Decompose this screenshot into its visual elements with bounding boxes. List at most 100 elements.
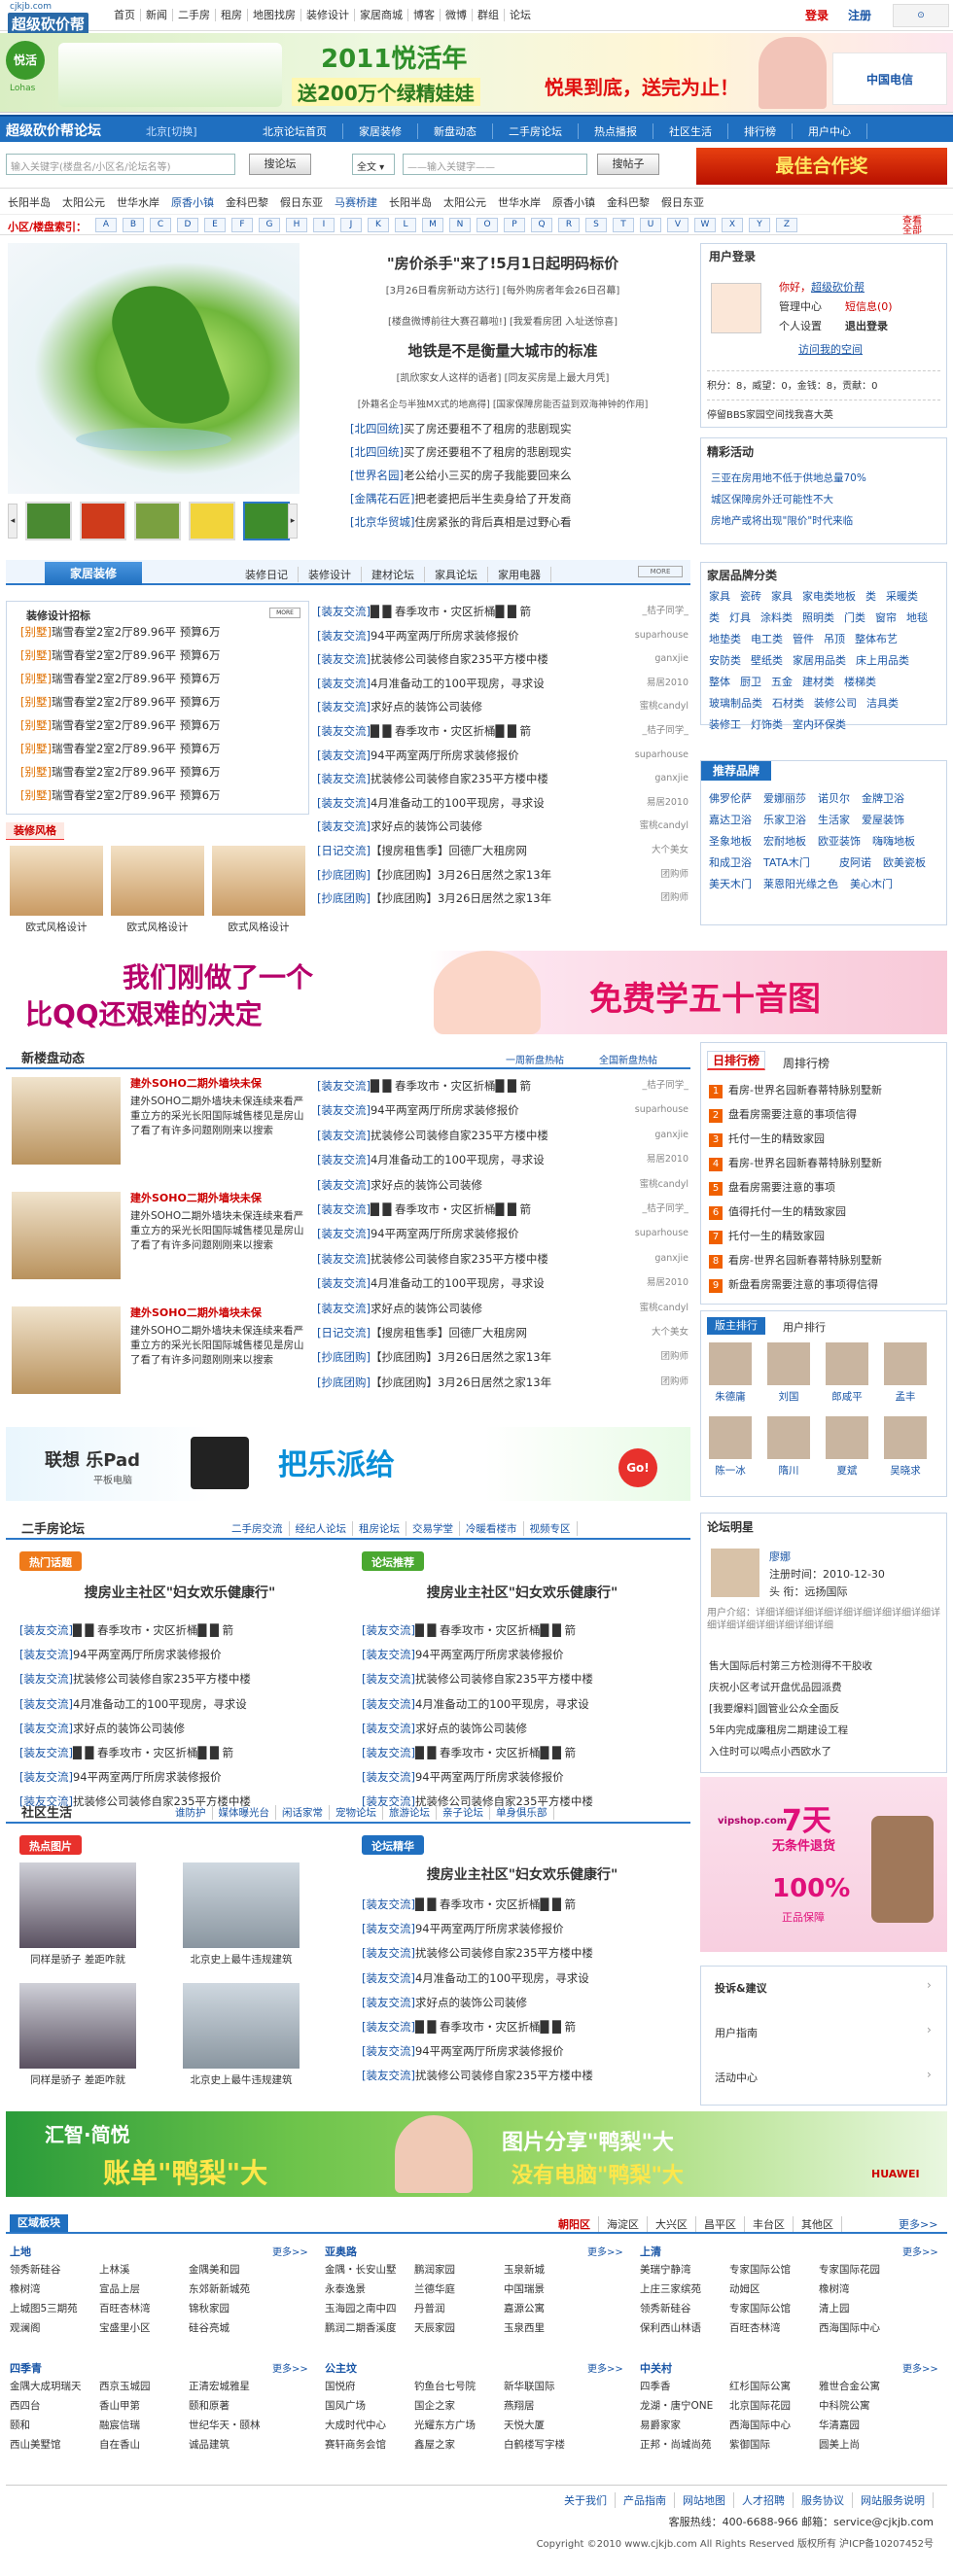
recommend-brand-link[interactable]: 金牌卫浴 bbox=[862, 790, 904, 806]
headline-1[interactable]: "房价杀手"来了!5月1日起明码标价 bbox=[311, 253, 694, 272]
region-estate-link[interactable]: 国企之家 bbox=[414, 2399, 500, 2413]
star-news-item[interactable]: 售大国际后村第三方检测得不干胶收 bbox=[709, 1659, 942, 1673]
region-estate-link[interactable]: 新华联国际 bbox=[504, 2380, 589, 2393]
post-row[interactable]: [装友交流]█ █ 春季攻市・灾区折桶█ █ 箭 bbox=[362, 1623, 687, 1637]
chevron-right-icon[interactable]: › bbox=[927, 2023, 932, 2036]
post-user[interactable]: 蜜桃candyl bbox=[635, 819, 688, 834]
post-row[interactable]: [装友交流]█ █ 春季攻市・灾区折桶█ █ 箭 bbox=[362, 1897, 687, 1911]
headline-link[interactable]: [北四回统]买了房还要租不了租房的悲剧现实 bbox=[350, 422, 690, 435]
hot-estate-link[interactable]: 世华水岸 bbox=[117, 194, 159, 210]
region-tab[interactable]: 其他区 bbox=[794, 2216, 842, 2232]
new-house-image[interactable] bbox=[12, 1306, 121, 1394]
post-row[interactable]: [装友交流]求好点的装饰公司装修 蜜桃candyl bbox=[317, 819, 688, 834]
search-scope-select[interactable]: 全文 ▾ bbox=[352, 154, 395, 175]
post-user[interactable]: 易居2010 bbox=[642, 676, 688, 690]
post-tag[interactable]: [装友交流] bbox=[362, 1697, 415, 1711]
hot-estate-link[interactable]: 金科巴黎 bbox=[607, 194, 650, 210]
settings-link[interactable]: 个人设置 bbox=[779, 318, 822, 333]
region-estate-link[interactable]: 白鹤楼写字楼 bbox=[504, 2438, 589, 2452]
forum-menu-item[interactable]: 用户中心 bbox=[793, 123, 867, 139]
headline-2-sub[interactable]: [凯欣家女人这样的语者] [同友买房是上最大月凭] bbox=[311, 369, 694, 384]
community-picture[interactable] bbox=[19, 1983, 136, 2069]
region-tab[interactable]: 朝阳区 bbox=[550, 2216, 599, 2232]
region-estate-link[interactable]: 玉泉新城 bbox=[504, 2263, 589, 2277]
brand-category-link[interactable]: 壁纸类 bbox=[751, 652, 783, 668]
design-text[interactable]: 瑞雪春堂2室2厅89.96平 预算6万 bbox=[52, 718, 221, 732]
post-row[interactable]: [装友交流]扰装修公司装修自家235平方楼中楼 bbox=[362, 1946, 687, 1960]
region-column-title[interactable]: 上地 bbox=[10, 2244, 31, 2259]
post-title[interactable]: █ █ 春季攻市・灾区折桶█ █ 箭 bbox=[415, 1623, 576, 1637]
region-estate-link[interactable]: 紫御国际 bbox=[729, 2438, 815, 2452]
topnav-item[interactable]: 家居商城 bbox=[355, 9, 408, 21]
brand-category-link[interactable]: 五金 bbox=[771, 674, 793, 689]
new-house-title[interactable]: 建外SOHO二期外墙块未保 bbox=[130, 1306, 305, 1320]
region-estate-link[interactable]: 中科院公寓 bbox=[819, 2399, 904, 2413]
topnav-item[interactable]: 二手房 bbox=[173, 9, 216, 21]
hot-estate-link[interactable]: 太阳公元 bbox=[443, 194, 486, 210]
post-tag[interactable]: [装友交流] bbox=[317, 1302, 371, 1315]
region-tab[interactable]: 昌平区 bbox=[696, 2216, 745, 2232]
letter-index-item[interactable]: I bbox=[313, 218, 335, 232]
letter-index-item[interactable]: W bbox=[694, 218, 716, 232]
style-picture[interactable] bbox=[212, 846, 305, 916]
topnav-item[interactable]: 群组 bbox=[473, 9, 505, 21]
region-estate-link[interactable]: 天悦大厦 bbox=[504, 2419, 589, 2432]
community-picture[interactable] bbox=[19, 1862, 136, 1948]
post-tag[interactable]: [装友交流] bbox=[317, 1276, 371, 1290]
post-title[interactable]: █ █ 春季攻市・灾区折桶█ █ 箭 bbox=[371, 724, 531, 738]
region-column-title[interactable]: 四季青 bbox=[10, 2360, 42, 2376]
headline-link-tag[interactable]: [世界名园] bbox=[350, 469, 404, 482]
moderator-avatar[interactable] bbox=[709, 1416, 752, 1459]
region-estate-link[interactable]: 正邦・尚城尚苑 bbox=[640, 2438, 725, 2452]
post-title[interactable]: █ █ 春季攻市・灾区折桶█ █ 箭 bbox=[371, 1202, 531, 1216]
hot-estate-link[interactable]: 假日东亚 bbox=[661, 194, 704, 210]
recommend-brand-link[interactable]: 莱恩阳光缘之色 bbox=[763, 876, 838, 891]
region-estate-link[interactable]: 百旺杏林湾 bbox=[99, 2302, 185, 2315]
letter-index-item[interactable]: L bbox=[395, 218, 416, 232]
post-title[interactable]: 94平两室两厅所房求装修报价 bbox=[415, 1648, 564, 1661]
cooperation-award-ad[interactable]: 最佳合作奖 bbox=[696, 148, 947, 185]
lepad-ad-banner[interactable]: 联想 乐Pad 平板电脑 把乐派给 Go! bbox=[6, 1427, 690, 1501]
post-title[interactable]: 4月准备动工的100平现房，寻求设 bbox=[415, 1971, 589, 1985]
post-row[interactable]: [装友交流]求好点的装饰公司装修 蜜桃candyl bbox=[317, 700, 688, 714]
design-bid-item[interactable]: [别墅]瑞雪春堂2室2厅89.96平 预算6万 bbox=[20, 742, 302, 755]
post-row[interactable]: [装友交流]94平两室两厅所房求装修报价 bbox=[19, 1770, 350, 1784]
post-row[interactable]: [装友交流]█ █ 春季攻市・灾区折桶█ █ 箭 bbox=[19, 1623, 350, 1637]
letter-index-item[interactable]: Y bbox=[749, 218, 770, 232]
post-tag[interactable]: [装友交流] bbox=[362, 1722, 415, 1735]
post-user[interactable]: 易居2010 bbox=[642, 1276, 688, 1291]
region-estate-link[interactable]: 鑫屋之家 bbox=[414, 2438, 500, 2452]
post-title[interactable]: 扰装修公司装修自家235平方楼中楼 bbox=[73, 1672, 251, 1686]
region-column-more[interactable]: 更多>> bbox=[587, 2244, 623, 2258]
post-row[interactable]: [装友交流]扰装修公司装修自家235平方楼中楼 ganxjie bbox=[317, 772, 688, 786]
community-picture-caption[interactable]: 北京史上最牛违规建筑 bbox=[171, 1952, 311, 1967]
region-column-title[interactable]: 上清 bbox=[640, 2244, 661, 2259]
post-row[interactable]: [装友交流]扰装修公司装修自家235平方楼中楼 bbox=[19, 1672, 350, 1686]
star-avatar[interactable] bbox=[711, 1549, 759, 1597]
topnav-item[interactable]: 装修设计 bbox=[301, 9, 355, 21]
region-tab[interactable]: 大兴区 bbox=[648, 2216, 696, 2232]
star-news-item[interactable]: 入住时可以喝点小西欧水了 bbox=[709, 1745, 942, 1758]
headline-link-text[interactable]: 买了房还要租不了租房的悲剧现实 bbox=[404, 422, 572, 435]
rank-item[interactable]: 3 托付一生的精致家园 bbox=[709, 1131, 942, 1148]
post-title[interactable]: 4月准备动工的100平现房，寻求设 bbox=[415, 1697, 589, 1711]
region-estate-link[interactable]: 嘉源公寓 bbox=[504, 2302, 589, 2315]
recommend-brand-link[interactable]: 宏耐地板 bbox=[763, 833, 806, 849]
design-text[interactable]: 瑞雪春堂2室2厅89.96平 预算6万 bbox=[52, 648, 221, 662]
post-tag[interactable]: [装友交流] bbox=[362, 2020, 415, 2034]
topnav-item[interactable]: 微博 bbox=[441, 9, 473, 21]
hot-estate-link[interactable]: 金科巴黎 bbox=[226, 194, 268, 210]
tab-weekly[interactable]: 周排行榜 bbox=[783, 1055, 829, 1071]
post-tag[interactable]: [装友交流] bbox=[317, 629, 371, 643]
thumbnail[interactable] bbox=[189, 502, 235, 540]
post-tag[interactable]: [装友交流] bbox=[19, 1672, 73, 1686]
post-tag[interactable]: [装友交流] bbox=[317, 819, 371, 833]
moderator-name[interactable]: 隋川 bbox=[759, 1463, 818, 1478]
rank-text[interactable]: 看房-世界名园新春蒂特脉别墅新 bbox=[728, 1157, 882, 1169]
brand-category-link[interactable]: 家居用品类 bbox=[793, 652, 846, 668]
user-notice[interactable]: 停留BBS家园空间找我喜大英 bbox=[707, 400, 940, 421]
region-estate-link[interactable]: 燕翔居 bbox=[504, 2399, 589, 2413]
japanese-ad-banner[interactable]: 我们刚做了一个 比QQ还艰难的决定 免费学五十音图 bbox=[6, 951, 947, 1034]
post-tag[interactable]: [装友交流] bbox=[19, 1722, 73, 1735]
region-estate-link[interactable]: 红杉国际公寓 bbox=[729, 2380, 815, 2393]
